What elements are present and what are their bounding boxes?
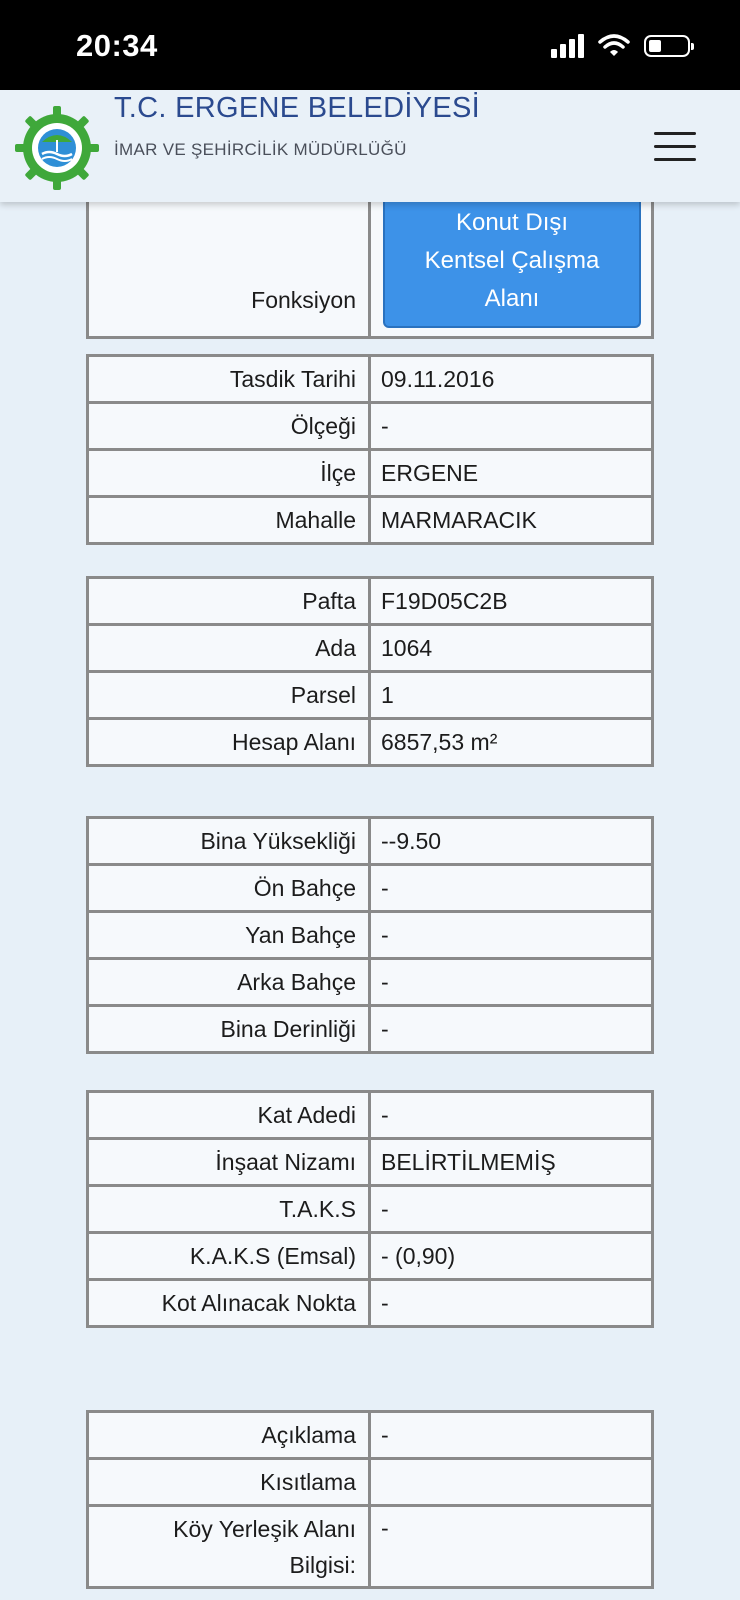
table-row: İlçe ERGENE (86, 448, 654, 498)
battery-icon (644, 35, 694, 57)
table-row: Açıklama - (86, 1410, 654, 1460)
table-row: Pafta F19D05C2B (86, 576, 654, 626)
table-row: Kısıtlama (86, 1457, 654, 1507)
row-value: - (368, 1090, 654, 1140)
table-row: Mahalle MARMARACIK (86, 495, 654, 545)
row-value: - (368, 863, 654, 913)
row-value: ERGENE (368, 448, 654, 498)
table-row: Ön Bahçe - (86, 863, 654, 913)
row-label: Kat Adedi (86, 1090, 371, 1140)
table-row: Ölçeği - (86, 401, 654, 451)
row-label: Tasdik Tarihi (86, 354, 371, 404)
site-title[interactable]: T.C. ERGENE BELEDİYESİ (114, 92, 480, 125)
row-label: Ön Bahçe (86, 863, 371, 913)
row-label: K.A.K.S (Emsal) (86, 1231, 371, 1281)
row-label: Ada (86, 623, 371, 673)
row-label: Arka Bahçe (86, 957, 371, 1007)
row-value: 1064 (368, 623, 654, 673)
table-row: Kot Alınacak Nokta - (86, 1278, 654, 1328)
row-value: - (368, 1184, 654, 1234)
row-label: Pafta (86, 576, 371, 626)
row-value: - (368, 1504, 654, 1589)
row-label: İlçe (86, 448, 371, 498)
row-label: Bina Yüksekliği (86, 816, 371, 866)
hamburger-menu-icon (654, 132, 696, 135)
table-row: Fonksiyon Konut Dışı Kentsel Çalışma Ala… (86, 202, 654, 339)
table-row: İnşaat Nizamı BELİRTİLMEMİŞ (86, 1137, 654, 1187)
row-value: - (0,90) (368, 1231, 654, 1281)
table-row: Bina Yüksekliği --9.50 (86, 816, 654, 866)
row-label: Bina Derinliği (86, 1004, 371, 1054)
row-value: - (368, 1004, 654, 1054)
table-row: T.A.K.S - (86, 1184, 654, 1234)
row-label: Mahalle (86, 495, 371, 545)
row-value: - (368, 1278, 654, 1328)
table-row: Yan Bahçe - (86, 910, 654, 960)
site-subtitle: İMAR VE ŞEHİRCİLİK MÜDÜRLÜĞÜ (114, 140, 407, 159)
row-value: F19D05C2B (368, 576, 654, 626)
row-label: İnşaat Nizamı (86, 1137, 371, 1187)
row-value: - (368, 957, 654, 1007)
building-dimensions-table: Bina Yüksekliği --9.50 Ön Bahçe - Yan Bahç… (86, 816, 654, 1054)
row-value (368, 1457, 654, 1507)
status-bar: 20:34 (0, 0, 740, 90)
hamburger-menu-button[interactable] (654, 132, 696, 162)
row-value: 09.11.2016 (368, 354, 654, 404)
row-label: Kısıtlama (86, 1457, 371, 1507)
row-label: Açıklama (86, 1410, 371, 1460)
table-row: Arka Bahçe - (86, 957, 654, 1007)
row-label: T.A.K.S (86, 1184, 371, 1234)
zoning-info-content: Fonksiyon Konut Dışı Kentsel Çalışma Ala… (0, 202, 740, 1600)
row-value: - (368, 1410, 654, 1460)
municipality-seal-icon (15, 106, 99, 190)
table-row: K.A.K.S (Emsal) - (0,90) (86, 1231, 654, 1281)
status-icons (551, 34, 694, 58)
table-row: Ada 1064 (86, 623, 654, 673)
table-row: Köy Yerleşik Alanı Bilgisi: - (86, 1504, 654, 1589)
row-label: Hesap Alanı (86, 717, 371, 767)
cellular-signal-icon (551, 34, 584, 58)
row-value: Konut Dışı Kentsel Çalışma Alanı (368, 202, 654, 339)
approval-info-table: Tasdik Tarihi 09.11.2016 Ölçeği - İlçe ERGE… (86, 354, 654, 545)
row-label: Parsel (86, 670, 371, 720)
row-label: Fonksiyon (86, 202, 371, 339)
function-badge: Konut Dışı Kentsel Çalışma Alanı (383, 202, 641, 328)
parcel-info-table: Pafta F19D05C2B Ada 1064 Parsel 1 Hesap Ala… (86, 576, 654, 767)
row-value: BELİRTİLMEMİŞ (368, 1137, 654, 1187)
function-table: Fonksiyon Konut Dışı Kentsel Çalışma Ala… (86, 202, 654, 339)
row-value: - (368, 910, 654, 960)
row-label: Yan Bahçe (86, 910, 371, 960)
row-label: Kot Alınacak Nokta (86, 1278, 371, 1328)
row-label: Köy Yerleşik Alanı Bilgisi: (86, 1504, 371, 1589)
table-row: Parsel 1 (86, 670, 654, 720)
notes-table: Açıklama - Kısıtlama Köy Yerleşik Alanı B… (86, 1410, 654, 1589)
table-row: Tasdik Tarihi 09.11.2016 (86, 354, 654, 404)
status-time: 20:34 (76, 28, 158, 63)
row-value: MARMARACIK (368, 495, 654, 545)
table-row: Bina Derinliği - (86, 1004, 654, 1054)
row-value: 6857,53 m² (368, 717, 654, 767)
row-value: 1 (368, 670, 654, 720)
row-value: --9.50 (368, 816, 654, 866)
wifi-icon (598, 34, 630, 56)
row-value: - (368, 401, 654, 451)
construction-rules-table: Kat Adedi - İnşaat Nizamı BELİRTİLMEMİŞ T.… (86, 1090, 654, 1328)
table-row: Hesap Alanı 6857,53 m² (86, 717, 654, 767)
row-label: Ölçeği (86, 401, 371, 451)
site-header: T.C. ERGENE BELEDİYESİ İMAR VE ŞEHİRCİLİ… (0, 90, 740, 202)
table-row: Kat Adedi - (86, 1090, 654, 1140)
